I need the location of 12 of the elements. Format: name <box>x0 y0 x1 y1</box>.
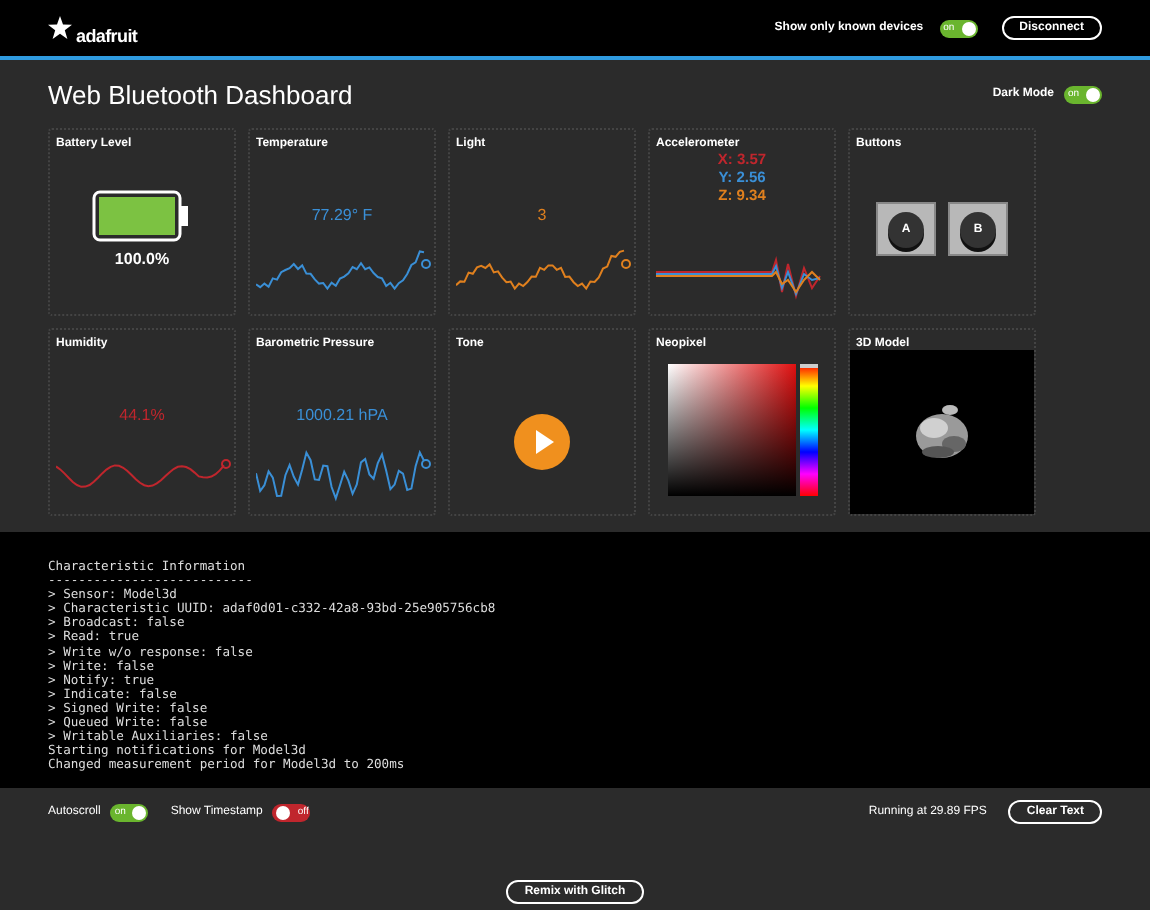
sensor-value: 44.1% <box>119 406 165 424</box>
sensor-value: 77.29° F <box>311 206 373 224</box>
page-title: Web Bluetooth Dashboard <box>48 79 355 109</box>
color-picker[interactable] <box>667 363 795 495</box>
hue-slider[interactable] <box>799 363 817 495</box>
battery-value: 100.0% <box>114 250 170 268</box>
play-button[interactable] <box>514 413 570 469</box>
sensor-value: 1000.21 hPA <box>296 406 388 424</box>
sensor-value: 3 <box>537 206 547 224</box>
logo-text: adafruit <box>76 26 138 46</box>
star-logo-icon <box>48 16 72 40</box>
battery-icon <box>92 190 192 242</box>
